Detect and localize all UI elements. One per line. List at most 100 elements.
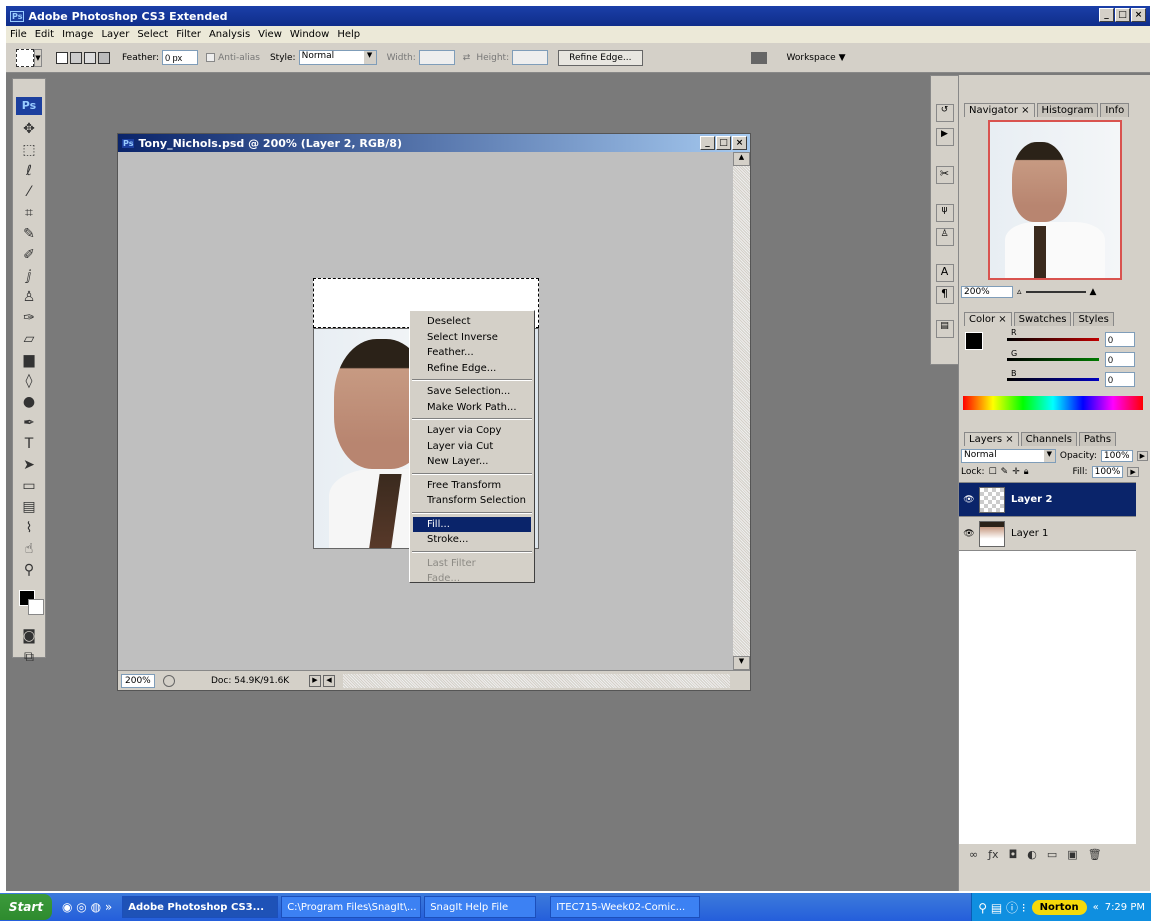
refine-edge-button[interactable]: Refine Edge... (558, 49, 643, 66)
pen-tool-icon[interactable]: ✒ (15, 413, 43, 433)
task-snagit-folder[interactable]: C:\Program Files\SnagIt\... (281, 896, 422, 918)
menu-select[interactable]: Select (137, 29, 168, 40)
menu-analysis[interactable]: Analysis (209, 29, 250, 40)
feather-input[interactable] (162, 50, 199, 65)
history-brush-icon[interactable]: ✑ (15, 308, 43, 328)
ctx-layer-via-copy[interactable]: Layer via Copy (410, 423, 534, 439)
tab-layers[interactable]: Layers × (964, 432, 1019, 446)
r-slider[interactable] (1007, 338, 1099, 341)
paragraph-panel-icon[interactable]: ¶ (935, 286, 954, 304)
lock-position-icon[interactable]: ✛ (1012, 467, 1020, 477)
color-swatches[interactable] (16, 586, 44, 620)
background-color[interactable] (28, 599, 44, 615)
screen-mode-icon[interactable]: ⧉ (15, 647, 43, 667)
ctx-stroke[interactable]: Stroke... (410, 532, 534, 548)
menu-help[interactable]: Help (337, 29, 360, 40)
crop-tool-icon[interactable]: ⌗ (15, 203, 43, 223)
type-tool-icon[interactable]: T (15, 434, 43, 454)
history-panel-icon[interactable]: ↺ (935, 104, 954, 122)
brushes-panel-icon[interactable]: ψ (935, 204, 954, 222)
fill-field[interactable]: 100% (1091, 466, 1124, 478)
tab-paths[interactable]: Paths (1078, 432, 1117, 446)
adjustment-layer-icon[interactable]: ◐ (1027, 848, 1037, 861)
actions-panel-icon[interactable]: ▶ (935, 128, 954, 146)
g-slider[interactable] (1007, 358, 1099, 361)
zoom-in-icon[interactable]: ▲ (1090, 287, 1097, 297)
layer-row[interactable]: 👁︎ Layer 2 (959, 483, 1136, 517)
opacity-field[interactable]: 100% (1100, 450, 1133, 462)
dodge-tool-icon[interactable]: ● (15, 392, 43, 412)
opacity-arrow-icon[interactable]: ▶ (1136, 451, 1148, 461)
hscroll-left-button[interactable]: ◀ (323, 674, 335, 687)
selection-mode-icons[interactable] (56, 51, 110, 64)
swap-icon[interactable]: ⇄ (463, 53, 471, 63)
tab-channels[interactable]: Channels (1020, 432, 1077, 446)
height-input[interactable] (512, 50, 549, 65)
task-snagit-help[interactable]: SnagIt Help File (424, 896, 537, 918)
doc-maximize-button[interactable]: □ (716, 136, 731, 150)
menu-image[interactable]: Image (62, 29, 93, 40)
status-menu-icon[interactable] (163, 674, 175, 687)
tab-styles[interactable]: Styles (1073, 312, 1114, 326)
menu-window[interactable]: Window (290, 29, 329, 40)
ctx-save-selection[interactable]: Save Selection... (410, 384, 534, 400)
quicklaunch-icons[interactable]: ◉ ◎ ◍ » (62, 900, 112, 914)
zoom-tool-icon[interactable]: ⚲ (15, 560, 43, 580)
clone-source-icon[interactable]: ♙ (935, 228, 954, 246)
visibility-eye-icon[interactable]: 👁︎ (959, 529, 979, 539)
maximize-button[interactable]: □ (1115, 8, 1130, 22)
path-selection-icon[interactable]: ➤ (15, 455, 43, 475)
task-photoshop[interactable]: Adobe Photoshop CS3... (122, 896, 279, 918)
layer-mask-icon[interactable]: ◘ (1009, 848, 1018, 861)
color-fg-swatch[interactable] (965, 332, 983, 350)
layer-comps-icon[interactable]: ▤ (935, 320, 954, 338)
menu-layer[interactable]: Layer (101, 29, 129, 40)
close-button[interactable]: × (1131, 8, 1146, 22)
b-slider[interactable] (1007, 378, 1099, 381)
norton-button[interactable]: Norton (1031, 899, 1087, 915)
workspace-button[interactable]: Workspace ▼ (787, 53, 846, 63)
fill-arrow-icon[interactable]: ▶ (1127, 467, 1139, 477)
ctx-layer-via-cut[interactable]: Layer via Cut (410, 439, 534, 455)
shape-tool-icon[interactable]: ▭ (15, 476, 43, 496)
healing-brush-icon[interactable]: ✐ (15, 245, 43, 265)
ctx-select-inverse[interactable]: Select Inverse (410, 330, 534, 346)
menu-view[interactable]: View (258, 29, 282, 40)
new-group-icon[interactable]: ▭ (1047, 848, 1057, 861)
marquee-tool-icon[interactable]: ⬚ (15, 140, 43, 160)
document-hscroll[interactable] (343, 673, 730, 688)
tab-swatches[interactable]: Swatches (1013, 312, 1072, 326)
quick-mask-icon[interactable]: ◙ (15, 626, 43, 646)
character-panel-icon[interactable]: A (935, 264, 954, 282)
gradient-tool-icon[interactable]: ▆ (15, 350, 43, 370)
layer-style-icon[interactable]: ƒx (988, 848, 998, 861)
width-input[interactable] (418, 50, 455, 65)
tab-info[interactable]: Info (1100, 103, 1130, 117)
g-input[interactable] (1105, 352, 1135, 367)
tab-histogram[interactable]: Histogram (1036, 103, 1099, 117)
status-arrow-button[interactable]: ▶ (309, 674, 321, 687)
tray-icons[interactable]: ⚲ ▤ ⓘ ⁝ (978, 899, 1025, 916)
zoom-field[interactable]: 200% (121, 673, 155, 688)
document-titlebar[interactable]: Ps Tony_Nichols.psd @ 200% (Layer 2, RGB… (118, 134, 750, 152)
layer-row[interactable]: 👁︎ Layer 1 (959, 517, 1136, 551)
task-itec715[interactable]: ITEC715-Week02-Comic... (550, 896, 701, 918)
start-button[interactable]: Start (0, 894, 52, 920)
link-layers-icon[interactable]: ∞ (969, 848, 978, 861)
r-input[interactable] (1105, 332, 1135, 347)
new-layer-icon[interactable]: ▣ (1067, 848, 1077, 861)
preset-dropdown-icon[interactable]: ▼ (34, 48, 42, 67)
tool-presets-icon[interactable]: ✂ (935, 166, 954, 184)
color-spectrum[interactable] (963, 396, 1143, 410)
zoom-out-icon[interactable]: ▵ (1017, 287, 1022, 297)
zoom-slider[interactable] (1025, 291, 1086, 293)
style-select[interactable]: Normal ▼ (298, 50, 377, 65)
marquee-preset-icon[interactable] (16, 48, 34, 67)
document-vscroll[interactable]: ▲ ▼ (733, 152, 750, 670)
slice-tool-icon[interactable]: ✎ (15, 224, 43, 244)
ctx-feather[interactable]: Feather... (410, 345, 534, 361)
ctx-deselect[interactable]: Deselect (410, 314, 534, 330)
antialias-checkbox[interactable] (206, 53, 216, 62)
brush-tool-icon[interactable]: ⅉ (15, 266, 43, 286)
menu-filter[interactable]: Filter (176, 29, 201, 40)
